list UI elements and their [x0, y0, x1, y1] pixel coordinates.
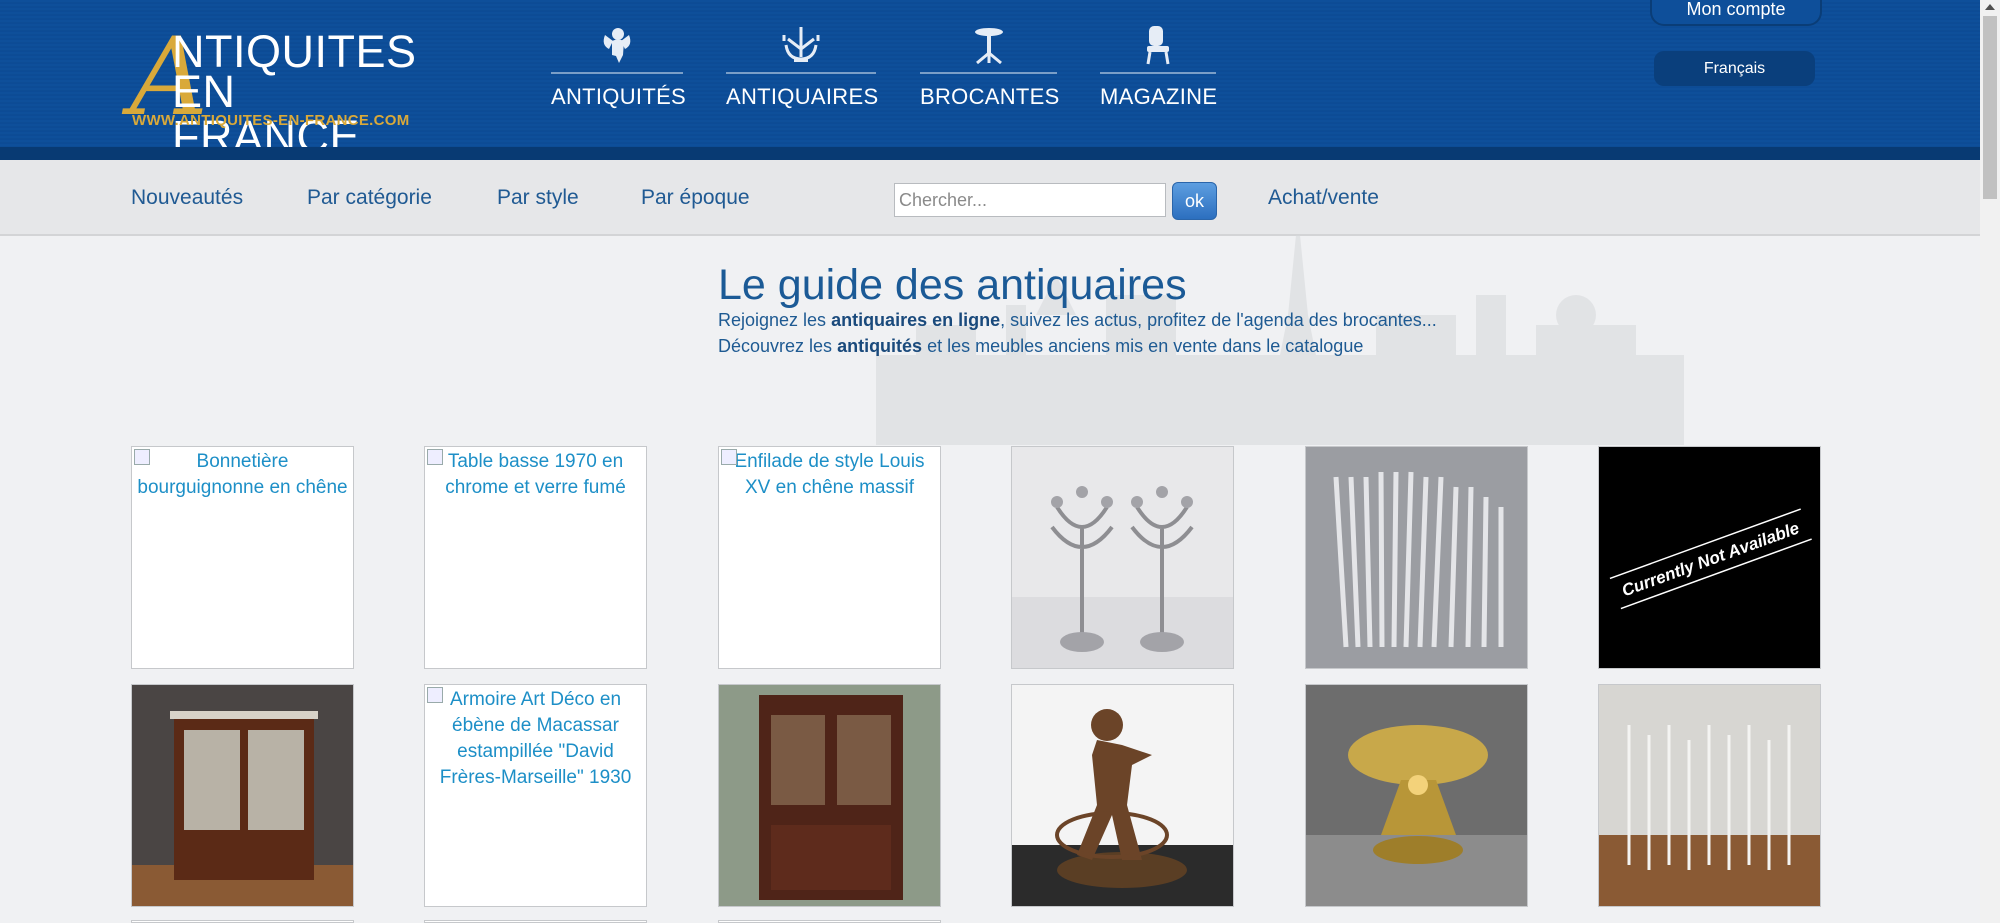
candelabra-icon — [726, 22, 876, 68]
sub-nav: Nouveautés Par catégorie Par style Par é… — [0, 160, 1980, 236]
search-input[interactable] — [894, 183, 1166, 217]
table-icon — [920, 22, 1057, 68]
vitrine-photo — [132, 685, 353, 906]
nav-antiquites[interactable]: ANTIQUITÉS — [551, 22, 687, 110]
search-button[interactable]: ok — [1172, 182, 1217, 220]
intro-line-2: Découvrez les antiquités et les meubles … — [718, 336, 1364, 356]
logo-url: WWW.ANTIQUITES-EN-FRANCE.COM — [132, 112, 410, 129]
nav-brocantes[interactable]: BROCANTES — [920, 22, 1060, 110]
broken-image-icon — [721, 449, 737, 465]
chair-icon — [1100, 22, 1216, 68]
page-scrollbar[interactable] — [1980, 0, 2000, 923]
broken-image-icon — [134, 449, 150, 465]
product-tile[interactable]: Armoire Art Déco en ébène de Macassar es… — [424, 684, 647, 907]
subnav-par-epoque[interactable]: Par époque — [641, 186, 750, 210]
page-title: Le guide des antiquaires — [718, 261, 1187, 309]
scroll-up-icon[interactable] — [1985, 4, 1995, 10]
subnav-achat-vente[interactable]: Achat/vente — [1268, 186, 1379, 210]
cutlery-photo — [1306, 447, 1527, 668]
nav-label: ANTIQUAIRES — [726, 84, 879, 109]
not-available-photo: Currently Not Available — [1599, 447, 1820, 668]
bookcase-photo — [719, 685, 940, 906]
account-link[interactable]: Mon compte — [1650, 0, 1822, 26]
product-tile[interactable] — [1011, 446, 1234, 669]
product-tile[interactable] — [131, 684, 354, 907]
cherub-icon — [551, 22, 683, 68]
lamp-photo — [1306, 685, 1527, 906]
product-tile[interactable] — [1305, 684, 1528, 907]
broken-image-icon — [427, 687, 443, 703]
intro-line-1: Rejoignez les antiquaires en ligne, suiv… — [718, 310, 1437, 330]
nav-magazine[interactable]: MAGAZINE — [1100, 22, 1218, 110]
product-tile[interactable]: Currently Not Available — [1598, 446, 1821, 669]
image-alt-text: Bonnetière bourguignonne en chêne — [137, 451, 348, 498]
subnav-nouveautes[interactable]: Nouveautés — [131, 186, 243, 210]
nav-label: MAGAZINE — [1100, 84, 1218, 109]
subnav-par-categorie[interactable]: Par catégorie — [307, 186, 432, 210]
candelabra-photo — [1012, 447, 1233, 668]
site-header: A NTIQUITES EN FRANCE WWW.ANTIQUITES-EN-… — [0, 0, 1980, 160]
scroll-thumb[interactable] — [1983, 16, 1997, 199]
product-tile[interactable] — [718, 684, 941, 907]
image-alt-text: Armoire Art Déco en ébène de Macassar es… — [439, 689, 632, 788]
image-alt-text: Table basse 1970 en chrome et verre fumé — [445, 451, 626, 498]
product-tile[interactable] — [1011, 684, 1234, 907]
image-alt-text: Enfilade de style Louis XV en chêne mass… — [734, 451, 925, 498]
bronze-photo — [1012, 685, 1233, 906]
nav-antiquaires[interactable]: ANTIQUAIRES — [726, 22, 879, 110]
product-tile[interactable] — [1598, 684, 1821, 907]
broken-image-icon — [427, 449, 443, 465]
subnav-par-style[interactable]: Par style — [497, 186, 579, 210]
header-bottom-band — [0, 147, 1980, 160]
product-tile[interactable] — [1305, 446, 1528, 669]
glasses-photo — [1599, 685, 1820, 906]
site-logo[interactable]: A NTIQUITES EN FRANCE WWW.ANTIQUITES-EN-… — [130, 24, 435, 160]
product-tile[interactable]: Table basse 1970 en chrome et verre fumé — [424, 446, 647, 669]
nav-label: BROCANTES — [920, 84, 1060, 109]
nav-label: ANTIQUITÉS — [551, 84, 687, 109]
product-tile[interactable]: Enfilade de style Louis XV en chêne mass… — [718, 446, 941, 669]
language-selector[interactable]: Français — [1654, 51, 1815, 86]
product-tile[interactable]: Bonnetière bourguignonne en chêne — [131, 446, 354, 669]
